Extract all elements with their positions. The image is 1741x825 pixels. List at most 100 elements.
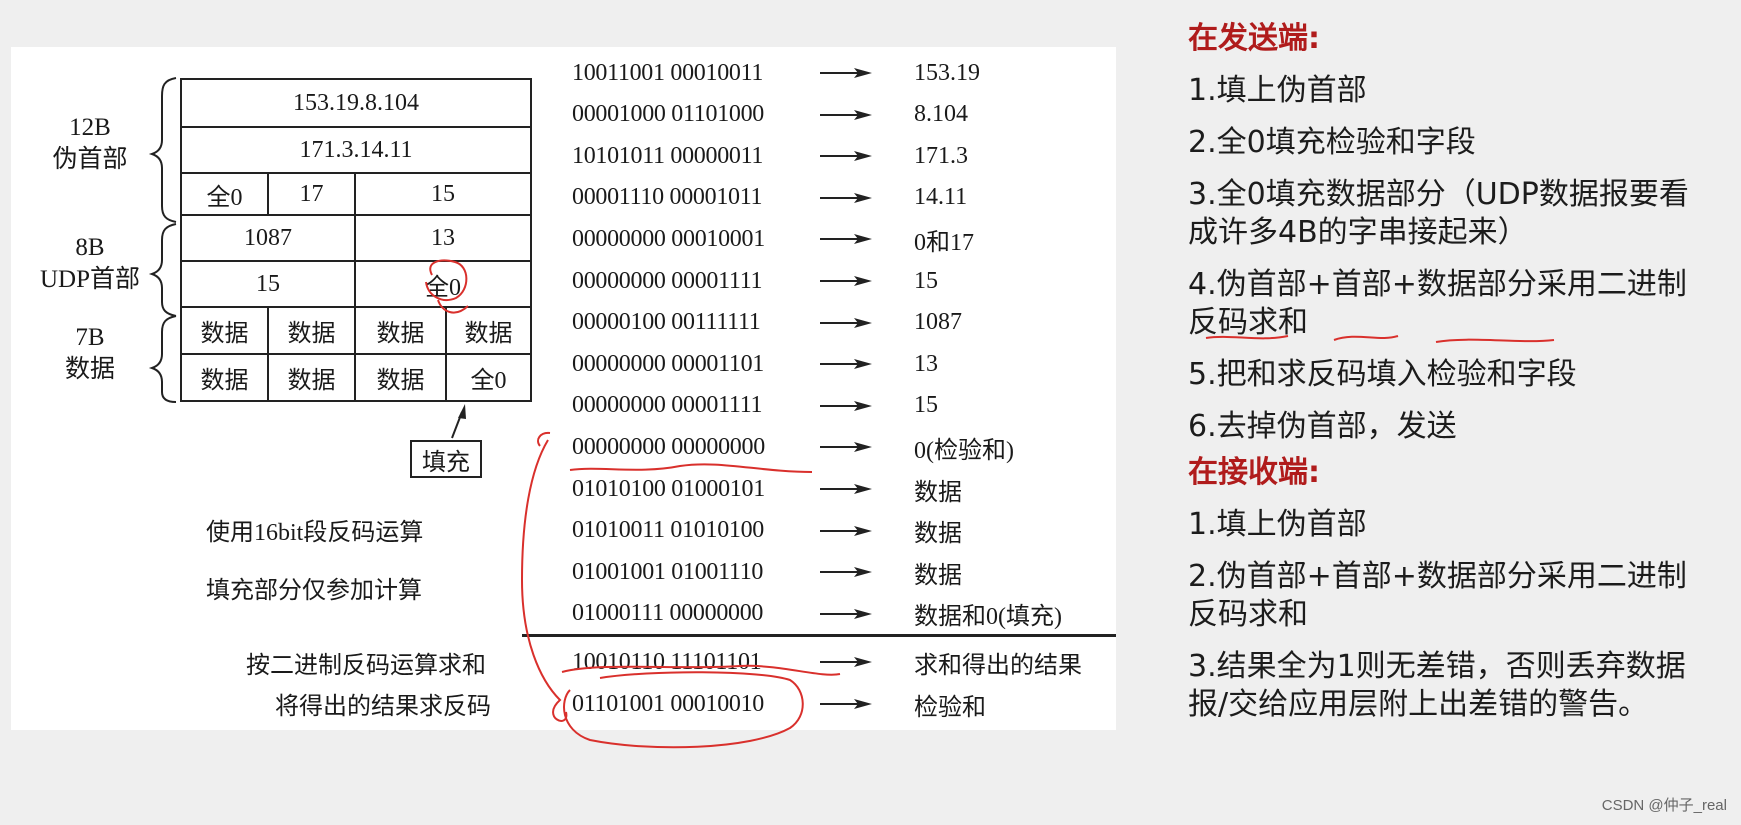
right-arrow-icon xyxy=(820,68,872,78)
binary-value: 00000000 00010001 xyxy=(572,225,765,252)
step-item: 3.结果全为1则无差错，否则丢弃数据报/交给应用层附上出差错的警告。 xyxy=(1188,649,1686,722)
right-arrow-icon xyxy=(820,276,872,286)
group-label-data: 7B 数据 xyxy=(38,322,142,386)
step-item: 4.伪首部+首部+数据部分采用二进制反码求和 xyxy=(1188,267,1687,340)
sender-title: 在发送端: xyxy=(1188,21,1320,56)
step-item: 3.全0填充数据部分（UDP数据报要看成许多4B的字串接起来） xyxy=(1188,177,1689,250)
binary-row: 01010011 01010100 数据 xyxy=(572,514,962,548)
procedure-notes: 在发送端: 1.填上伪首部 2.全0填充检验和字段 3.全0填充数据部分（UDP数据… xyxy=(1188,20,1708,724)
group-label-udp-header: 8B UDP首部 xyxy=(20,232,160,296)
note-fill-only-calc: 填充部分仅参加计算 xyxy=(206,578,422,604)
binary-value: 01010011 01010100 xyxy=(572,517,765,544)
table-cell: 全0 xyxy=(182,174,269,214)
binary-row: 01101001 00010010 检验和 xyxy=(572,687,986,721)
padding-cell: 全0 xyxy=(470,368,507,394)
binary-row: 00000100 00111111 1087 xyxy=(572,306,962,340)
binary-value: 00000000 00001111 xyxy=(572,267,763,294)
table-row: 1087 13 xyxy=(182,216,530,262)
group-size: 12B xyxy=(69,114,111,141)
binary-row: 00000000 00000000 0(检验和) xyxy=(572,430,1014,464)
table-cell: 15 xyxy=(182,262,356,306)
binary-description: 0(检验和) xyxy=(914,437,1014,464)
step-item: 1.填上伪首部 xyxy=(1188,73,1367,108)
binary-value: 01010100 01000101 xyxy=(572,475,765,502)
right-arrow-icon xyxy=(820,234,872,245)
table-cell: 数据 xyxy=(182,355,269,400)
table-row: 数据 数据 数据 全0 xyxy=(182,355,530,400)
table-cell: 数据 xyxy=(464,321,513,347)
group-name: 数据 xyxy=(64,356,115,383)
binary-row: 01000111 00000000 数据和0(填充) xyxy=(572,597,1062,631)
right-arrow-icon xyxy=(820,359,872,370)
right-arrow-icon xyxy=(820,699,872,709)
binary-row: 01001001 01001110 数据 xyxy=(572,555,962,589)
binary-value: 00000000 00001111 xyxy=(572,392,763,419)
right-arrow-icon xyxy=(820,151,872,162)
note-sum: 按二进制反码运算求和 xyxy=(246,653,486,679)
binary-value: 10101011 00000011 xyxy=(572,142,764,169)
binary-description: 0和17 xyxy=(914,229,974,256)
right-arrow-icon xyxy=(820,608,872,619)
table-row: 153.19.8.104 xyxy=(182,80,530,128)
group-name: UDP首部 xyxy=(39,266,140,293)
binary-row: 00000000 00001111 15 xyxy=(572,264,938,298)
binary-description: 数据和0(填充) xyxy=(914,604,1062,631)
checksum-cell: 全0 xyxy=(425,274,461,301)
binary-description: 检验和 xyxy=(914,694,986,721)
binary-row: 00001000 01101000 8.104 xyxy=(572,98,968,132)
binary-row: 10010110 11101101 求和得出的结果 xyxy=(572,645,1082,679)
binary-description: 1087 xyxy=(914,309,962,336)
sum-divider xyxy=(522,634,1116,637)
fill-label-box: 填充 xyxy=(410,440,482,478)
binary-value: 00001000 01101000 xyxy=(572,101,765,128)
group-name: 伪首部 xyxy=(52,146,128,173)
binary-value: 10011001 00010011 xyxy=(572,59,764,86)
binary-value: 10010110 11101101 xyxy=(572,648,762,675)
binary-value: 01001001 01001110 xyxy=(572,558,764,585)
note-16bit: 使用16bit段反码运算 xyxy=(206,520,424,546)
right-arrow-icon xyxy=(820,109,872,120)
binary-description: 求和得出的结果 xyxy=(914,652,1082,679)
binary-value: 01000111 00000000 xyxy=(572,600,764,627)
right-arrow-icon xyxy=(820,442,872,453)
binary-description: 15 xyxy=(914,392,938,419)
group-size: 7B xyxy=(75,324,105,351)
binary-description: 数据 xyxy=(914,479,962,506)
right-arrow-icon xyxy=(820,657,872,667)
binary-description: 数据 xyxy=(914,562,962,589)
binary-description: 数据 xyxy=(914,521,962,548)
receiver-title: 在接收端: xyxy=(1188,455,1320,490)
receiver-steps: 1.填上伪首部 2.伪首部+首部+数据部分采用二进制反码求和 3.结果全为1则无差错… xyxy=(1188,506,1708,724)
table-cell: 数据 xyxy=(269,355,356,400)
table-cell: 17 xyxy=(269,174,356,214)
binary-description: 13 xyxy=(914,350,938,377)
binary-value: 00000100 00111111 xyxy=(572,309,761,336)
binary-description: 15 xyxy=(914,267,938,294)
table-cell: 数据 xyxy=(356,355,447,400)
binary-description: 171.3 xyxy=(914,142,968,169)
right-arrow-icon xyxy=(820,317,872,328)
right-arrow-icon xyxy=(820,400,872,411)
group-size: 8B xyxy=(75,234,105,261)
table-cell: 13 xyxy=(431,224,455,251)
binary-row: 00000000 00001101 13 xyxy=(572,347,938,381)
udp-datagram-table: 153.19.8.104 171.3.14.11 全0 17 15 1087 1… xyxy=(180,78,532,402)
binary-value: 01101001 00010010 xyxy=(572,690,765,717)
binary-row: 10101011 00000011 171.3 xyxy=(572,139,968,173)
table-cell: 171.3.14.11 xyxy=(299,136,413,163)
table-row: 171.3.14.11 xyxy=(182,128,530,174)
watermark: CSDN @仲子_real xyxy=(1601,797,1727,814)
binary-row: 10011001 00010011 153.19 xyxy=(572,56,980,90)
step-item: 2.全0填充检验和字段 xyxy=(1188,125,1476,160)
table-cell: 1087 xyxy=(182,216,356,260)
binary-value: 00000000 00001101 xyxy=(572,350,765,377)
binary-row: 00001110 00001011 14.11 xyxy=(572,181,967,215)
table-row: 全0 17 15 xyxy=(182,174,530,216)
table-cell: 15 xyxy=(431,180,455,207)
table-row: 15 全0 xyxy=(182,262,530,308)
note-invert: 将得出的结果求反码 xyxy=(275,694,491,720)
sender-steps: 1.填上伪首部 2.全0填充检验和字段 3.全0填充数据部分（UDP数据报要看成许多… xyxy=(1188,72,1708,446)
table-row: 数据 数据 数据 数据 xyxy=(182,308,530,355)
right-arrow-icon xyxy=(820,192,872,203)
step-item: 2.伪首部+首部+数据部分采用二进制反码求和 xyxy=(1188,559,1687,632)
